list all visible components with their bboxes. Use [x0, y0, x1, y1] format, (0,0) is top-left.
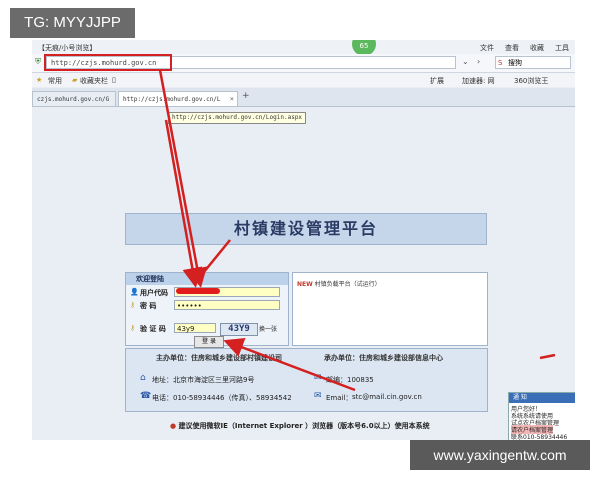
browser-recommendation: ● 建议使用微软IE（Internet Explorer ）浏览器（版本号6.0… [170, 421, 430, 431]
menu-view[interactable]: 查看 [505, 43, 519, 53]
tab-label: http://czjs.mohurd.gov.cn/L [123, 96, 221, 103]
window-title: 【无痕/小号浏览】 [38, 44, 97, 52]
ext-accelerator[interactable]: 加速器: 网 [462, 76, 495, 86]
side-notice-popup: 通 知 用户您好！ 系统系统请使用 试点农户档案管理 请农户档案管理 联系010… [508, 392, 575, 440]
new-tab-button[interactable]: + [242, 91, 250, 101]
new-badge: NEW [297, 281, 313, 288]
tab-czjs-login[interactable]: http://czjs.mohurd.gov.cn/L × [118, 91, 238, 106]
address-bar: ⛨ http://czjs.mohurd.gov.cn ⌄ › S 搜狗 [32, 54, 575, 73]
watermark-tg-badge: TG: MYYJJPP [10, 8, 135, 38]
menu-file[interactable]: 文件 [480, 43, 494, 53]
notice-text: 村镇负载平台（试运行） [314, 281, 381, 288]
refresh-captcha-link[interactable]: 换一张 [259, 324, 277, 333]
menu-tools[interactable]: 工具 [555, 43, 569, 53]
operator-unit: 承办单位：住房和城乡建设部信息中心 [324, 354, 443, 362]
captcha-label: 验 证 码 [140, 325, 166, 333]
star-icon[interactable]: ★ [36, 76, 42, 84]
postcode-text: 邮编：100835 [326, 376, 374, 384]
page-icon[interactable]: ▯ [112, 76, 116, 84]
home-icon: ⌂ [140, 373, 146, 383]
username-label: 用户代码 [140, 289, 168, 297]
user-icon: 👤 [130, 288, 139, 296]
menu-favorites[interactable]: 收藏 [530, 43, 544, 53]
mail-icon: ✉ [314, 373, 322, 383]
key-icon: ⚷ [130, 324, 136, 332]
search-input[interactable]: S 搜狗 [495, 56, 571, 69]
phone-text: 电话：010-58934446（传真）、58934542 [152, 394, 292, 402]
watermark-site-badge: www.yaxingentw.com [410, 440, 590, 470]
info-dot-icon: ● [170, 422, 177, 430]
close-icon[interactable]: × [230, 92, 234, 107]
captcha-input[interactable]: 43y9 [174, 323, 216, 333]
ext-extensions[interactable]: 扩展 [430, 76, 444, 86]
tab-label: czjs.mohurd.gov.cn/G [37, 96, 110, 103]
notice-panel: NEW 村镇负载平台（试运行） [292, 272, 488, 346]
info-panel: 主办单位：住房和城乡建设部村镇建设司 承办单位：住房和城乡建设部信息中心 ⌂ 地… [125, 348, 488, 412]
tab-tooltip: http://czjs.mohurd.gov.cn/Login.aspx [168, 112, 307, 124]
side-line: 联系010-58934446 [511, 434, 568, 440]
browser-screenshot: 【无痕/小号浏览】 65 文件 查看 收藏 工具 ⛨ http://czjs.m… [32, 40, 575, 440]
fav-favorites-bar[interactable]: 收藏夹栏 [80, 76, 108, 86]
folder-icon: ▰ [72, 76, 78, 84]
ext-360[interactable]: 360浏览王 [514, 76, 548, 86]
redacted-username-mark [176, 288, 220, 294]
key-icon: ⚷ [130, 301, 136, 309]
browser-recommendation-text: 建议使用微软IE（Internet Explorer ）浏览器（版本号6.0以上… [178, 422, 430, 430]
fav-common[interactable]: 常用 [48, 76, 62, 86]
search-engine-icon: S [498, 59, 503, 67]
tab-bar: czjs.mohurd.gov.cn/G http://czjs.mohurd.… [32, 88, 575, 107]
captcha-image[interactable]: 43Y9 [220, 323, 258, 336]
login-header: 欢迎登陆 [126, 273, 288, 285]
phone-icon: ☎ [140, 391, 152, 401]
address-text: 地址：北京市海淀区三里河路9号 [152, 376, 255, 384]
window-titlebar: 【无痕/小号浏览】 65 文件 查看 收藏 工具 [32, 40, 575, 56]
password-input[interactable]: •••••• [174, 300, 280, 310]
login-button[interactable]: 登 录 [194, 336, 224, 348]
email-icon: ✉ [314, 391, 322, 401]
email-label: Email： [326, 394, 353, 402]
password-label: 密 码 [140, 302, 157, 310]
forward-arrow-icon[interactable]: › [477, 57, 480, 66]
host-unit: 主办单位：住房和城乡建设部村镇建设司 [156, 354, 282, 362]
side-notice-title: 通 知 [509, 393, 575, 403]
tab-czjs-home[interactable]: czjs.mohurd.gov.cn/G [32, 91, 116, 106]
search-engine-label: 搜狗 [508, 59, 522, 67]
login-header-text: 欢迎登陆 [136, 275, 164, 283]
platform-banner: 村镇建设管理平台 [125, 213, 487, 245]
favorites-bar: ★ 常用 ▰ 收藏夹栏 ▯ 扩展 加速器: 网 360浏览王 [32, 73, 575, 87]
dropdown-chevron-icon[interactable]: ⌄ [462, 57, 469, 66]
notice-item[interactable]: NEW 村镇负载平台（试运行） [297, 279, 381, 288]
url-red-highlight-box [44, 54, 172, 71]
shield-icon: ⛨ [35, 57, 41, 66]
email-link[interactable]: stc@mail.cin.gov.cn [352, 393, 422, 401]
login-panel: 欢迎登陆 👤 用户代码 ⚷ 密 码 •••••• ⚷ 验 证 码 43y9 43… [125, 272, 289, 348]
